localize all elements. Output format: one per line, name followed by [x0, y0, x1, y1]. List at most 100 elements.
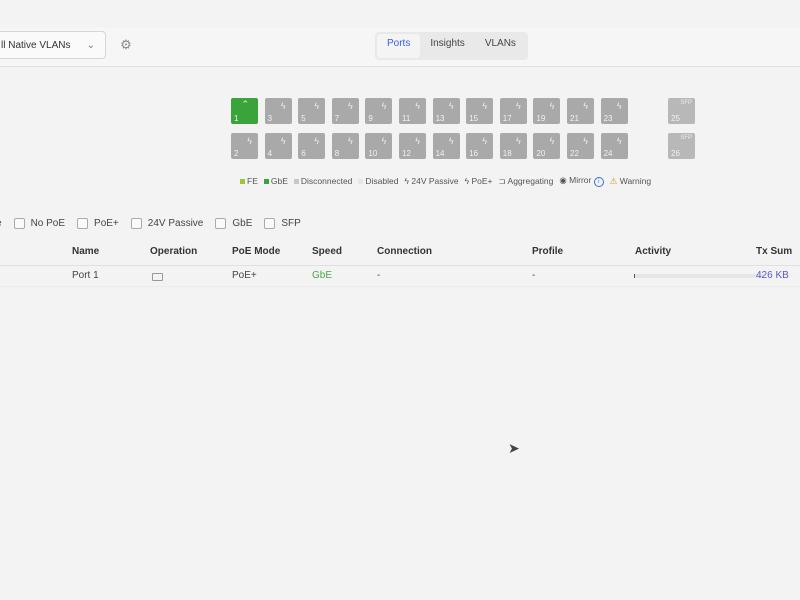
bolt-icon: ϟ — [314, 101, 320, 111]
col-poe-mode[interactable]: PoE Mode — [232, 246, 280, 257]
filter-partial-label: e — [0, 218, 2, 229]
col-speed[interactable]: Speed — [312, 246, 342, 257]
warning-icon: ⚠ — [609, 175, 618, 186]
bolt-icon: ϟ — [314, 136, 320, 146]
checkbox-icon — [13, 218, 25, 229]
port-23[interactable]: ϟ 23 — [600, 98, 628, 124]
port-3[interactable]: ϟ3 — [264, 98, 292, 124]
bolt-icon: ϟ — [415, 136, 420, 146]
bolt-icon: ϟ — [616, 136, 622, 146]
vlan-select[interactable]: ll Native VLANs ⌄ — [0, 31, 106, 59]
bolt-icon: ϟ — [549, 101, 555, 111]
vlan-select-value: ll Native VLANs — [1, 40, 71, 51]
port-13[interactable]: ϟ 13 — [432, 98, 460, 124]
port-10[interactable]: ϟ 10 — [365, 133, 393, 159]
sfp-label: SFP — [680, 100, 692, 106]
row-poe-mode: PoE+ — [232, 270, 257, 281]
port-20[interactable]: ϟ 20 — [533, 133, 561, 159]
bolt-icon: ϟ — [381, 136, 387, 146]
port-14[interactable]: ϟ 14 — [432, 133, 460, 159]
port-number: 10 — [368, 149, 378, 158]
legend-mirror: ◉ Mirror i — [559, 175, 604, 187]
checkbox-icon — [130, 218, 142, 229]
checkbox-icon — [215, 218, 227, 229]
port-25[interactable]: SFP 25 — [668, 98, 695, 124]
activity-bar — [634, 274, 764, 278]
bolt-icon: ϟ — [583, 101, 588, 111]
col-profile[interactable]: Profile — [532, 246, 563, 257]
port-4[interactable]: ϟ4 — [264, 133, 292, 159]
bolt-icon: ϟ — [381, 101, 387, 111]
filter-24v-passive[interactable]: 24V Passive — [130, 218, 203, 229]
legend-disconnected: Disconnected — [293, 176, 352, 186]
port-number: 3 — [267, 114, 273, 123]
eye-icon: ◉ — [559, 175, 570, 185]
port-number: 8 — [334, 149, 340, 158]
bolt-icon: ϟ — [348, 136, 353, 146]
bolt-icon: ϟ — [448, 101, 454, 111]
bolt-icon: ϟ — [348, 101, 353, 111]
port-5[interactable]: ϟ5 — [298, 98, 326, 124]
row-connection: - — [377, 270, 381, 281]
port-1[interactable]: ⌃ 1 — [231, 98, 258, 124]
legend-gbe: GbE — [263, 176, 288, 186]
col-tx-sum[interactable]: Tx Sum — [756, 246, 792, 257]
col-operation[interactable]: Operation — [150, 246, 197, 257]
checkbox-icon — [77, 218, 89, 229]
port-number: 23 — [603, 114, 613, 123]
port-number: 25 — [671, 114, 680, 123]
port-16[interactable]: ϟ 16 — [466, 133, 494, 159]
port-24[interactable]: ϟ 24 — [600, 133, 628, 159]
port-21[interactable]: ϟ 21 — [567, 98, 594, 124]
bolt-icon: ϟ — [516, 136, 521, 146]
filter-poe-plus[interactable]: PoE+ — [77, 218, 119, 229]
col-name[interactable]: Name — [72, 246, 99, 257]
filter-no-poe[interactable]: No PoE — [13, 218, 65, 229]
tab-vlans[interactable]: VLANs — [475, 34, 526, 58]
port-22[interactable]: ϟ 22 — [567, 133, 594, 159]
header-divider — [0, 265, 800, 266]
port-number: 7 — [334, 114, 340, 123]
port-18[interactable]: ϟ 18 — [499, 133, 527, 159]
port-2[interactable]: ϟ2 — [231, 133, 258, 159]
port-number: 12 — [402, 149, 411, 158]
gear-icon[interactable]: ⚙ — [119, 38, 133, 52]
port-number: 6 — [301, 149, 306, 158]
info-icon[interactable]: i — [593, 177, 604, 187]
port-26[interactable]: SFP 26 — [668, 133, 695, 159]
checkbox-icon — [264, 218, 276, 229]
port-number: 16 — [469, 149, 479, 158]
port-12[interactable]: ϟ 12 — [399, 133, 426, 159]
operation-icon[interactable] — [152, 273, 163, 284]
port-11[interactable]: ϟ 11 — [399, 98, 426, 124]
port-number: 22 — [570, 149, 579, 158]
legend-disabled: Disabled — [358, 176, 398, 186]
bolt-icon: ϟ — [482, 101, 488, 111]
port-7[interactable]: ϟ7 — [331, 98, 359, 124]
top-toolbar: ll Native VLANs ⌄ ⚙ Ports Insights VLANs — [0, 28, 800, 67]
port-number: 20 — [536, 149, 546, 158]
port-17[interactable]: ϟ 17 — [499, 98, 527, 124]
port-6[interactable]: ϟ6 — [298, 133, 326, 159]
chevron-up-icon: ⌃ — [241, 99, 249, 109]
col-connection[interactable]: Connection — [377, 246, 432, 257]
col-activity[interactable]: Activity — [635, 246, 671, 257]
port-number: 15 — [469, 114, 479, 123]
port-19[interactable]: ϟ 19 — [533, 98, 561, 124]
port-number: 18 — [502, 149, 512, 158]
port-number: 2 — [234, 149, 239, 158]
row-divider — [0, 286, 800, 287]
tab-insights[interactable]: Insights — [420, 34, 474, 58]
port-15[interactable]: ϟ 15 — [466, 98, 494, 124]
filter-sfp[interactable]: SFP — [264, 218, 301, 229]
filter-gbe[interactable]: GbE — [215, 218, 252, 229]
view-tabs: Ports Insights VLANs — [375, 32, 528, 60]
tab-ports[interactable]: Ports — [377, 34, 421, 58]
port-9[interactable]: ϟ9 — [365, 98, 393, 124]
aggregate-icon: ⊐ — [498, 175, 508, 186]
bolt-icon: ϟ — [482, 136, 488, 146]
bolt-icon: ϟ — [280, 101, 286, 111]
row-name: Port 1 — [72, 270, 99, 281]
port-legend: FE GbE Disconnected Disabled ϟ 24V Passi… — [240, 175, 651, 187]
port-8[interactable]: ϟ8 — [331, 133, 359, 159]
